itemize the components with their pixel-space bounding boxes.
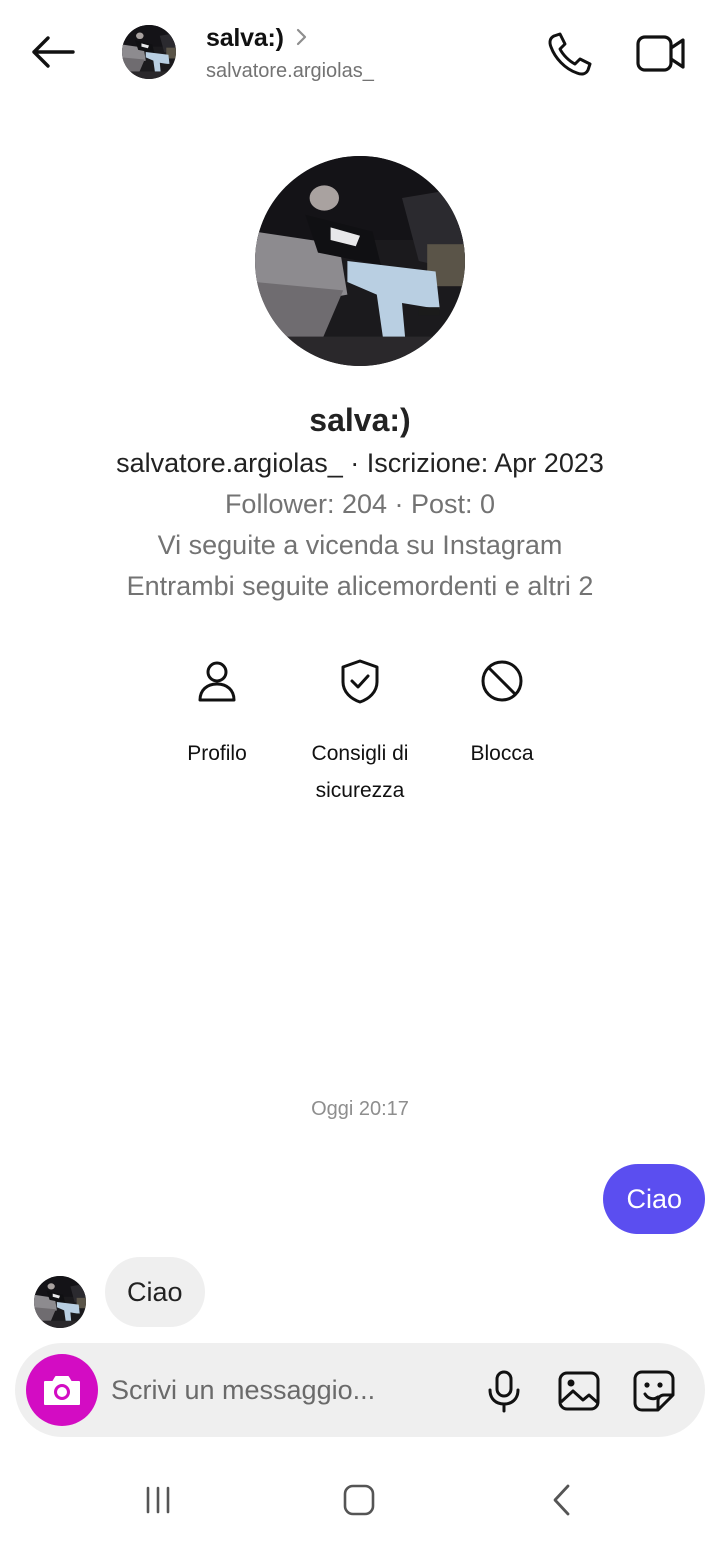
system-back-button[interactable] [532, 1478, 592, 1522]
voice-message-button[interactable] [481, 1368, 527, 1414]
mutual-friends-note: Entrambi seguite alicemordenti e altri 2 [126, 571, 594, 601]
back-icon [553, 1484, 570, 1516]
person-icon [198, 661, 236, 702]
safety-tips-button[interactable]: Consigli di sicurezza [285, 652, 435, 809]
sender-avatar[interactable] [34, 1276, 86, 1328]
camera-icon [44, 1376, 80, 1405]
chat-header: salva:) salvatore.argiolas_ [0, 0, 720, 104]
chevron-right-icon [296, 28, 307, 46]
safety-tips-label: Consigli di sicurezza [311, 742, 409, 802]
profile-avatar[interactable] [255, 156, 465, 366]
header-avatar[interactable] [122, 25, 176, 79]
sticker-icon [633, 1370, 675, 1412]
microphone-icon [488, 1370, 520, 1413]
recent-apps-icon [146, 1486, 170, 1514]
sticker-button[interactable] [631, 1368, 677, 1414]
camera-button[interactable] [26, 1354, 98, 1426]
message-input[interactable] [111, 1365, 461, 1415]
profile-username-joined: salvatore.argiolas_ · Iscrizione: Apr 20… [116, 448, 604, 478]
home-icon [343, 1484, 375, 1516]
header-username[interactable]: salvatore.argiolas_ [206, 60, 374, 83]
profile-stats: Follower: 204 · Post: 0 [224, 489, 496, 519]
block-label: Blocca [470, 742, 534, 765]
shield-check-icon [341, 659, 379, 704]
home-button[interactable] [329, 1478, 389, 1522]
phone-icon [548, 32, 592, 76]
chat-timestamp: Oggi 20:17 [311, 1098, 409, 1120]
gallery-icon [558, 1371, 600, 1411]
mutual-follow-note: Vi seguite a vicenda su Instagram [157, 530, 563, 560]
gallery-button[interactable] [556, 1368, 602, 1414]
profile-display-name: salva:) [309, 402, 411, 438]
recent-apps-button[interactable] [128, 1478, 188, 1522]
outgoing-message[interactable]: Ciao [603, 1164, 705, 1234]
back-arrow-icon [32, 36, 75, 68]
profile-action-button[interactable]: Profilo [142, 652, 292, 772]
system-nav-bar [0, 1460, 720, 1542]
video-camera-icon [636, 35, 685, 72]
block-icon [481, 660, 523, 702]
back-button[interactable] [26, 28, 78, 76]
block-button[interactable]: Blocca [427, 652, 577, 772]
incoming-message[interactable]: Ciao [105, 1257, 205, 1327]
video-call-button[interactable] [632, 28, 688, 80]
header-display-name[interactable]: salva:) [206, 24, 284, 53]
profile-action-label: Profilo [187, 742, 247, 765]
profile-actions: Profilo Consigli di sicurezza Blocca [0, 652, 720, 812]
audio-call-button[interactable] [544, 28, 596, 80]
message-composer [15, 1343, 705, 1437]
